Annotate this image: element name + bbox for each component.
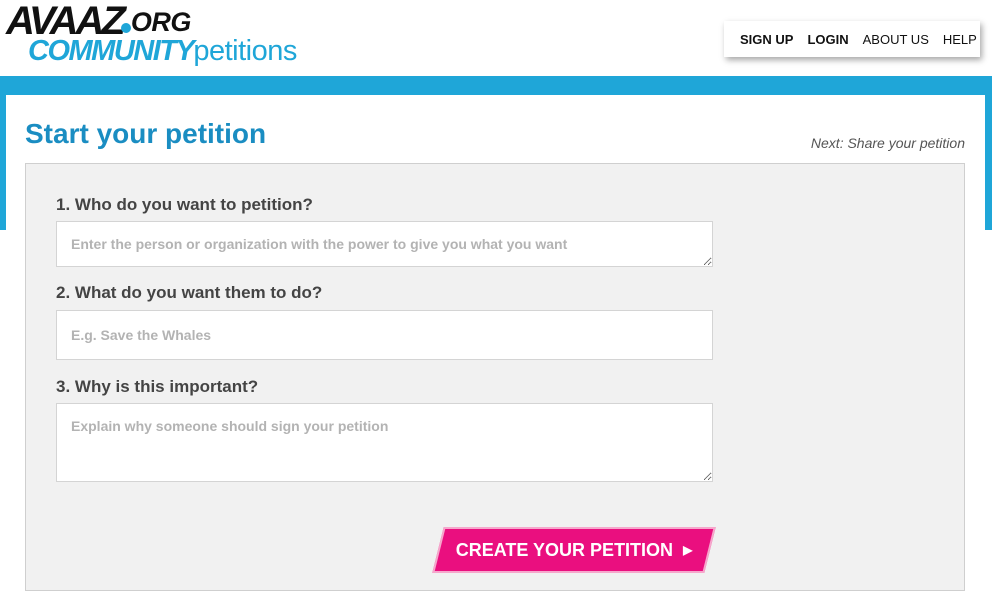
petition-target-input[interactable] bbox=[56, 221, 713, 267]
logo-petitions-text: petitions bbox=[193, 35, 297, 67]
question-3-label: 3. Why is this important? bbox=[56, 377, 259, 396]
nav-about-us[interactable]: ABOUT US bbox=[863, 32, 929, 47]
petition-reason-input[interactable] bbox=[56, 403, 713, 482]
create-petition-button[interactable]: CREATE YOUR PETITION ▶ bbox=[432, 527, 716, 573]
question-2-label: 2. What do you want them to do? bbox=[56, 283, 323, 302]
arrow-right-icon: ▶ bbox=[683, 543, 693, 557]
next-step-hint: Next: Share your petition bbox=[810, 135, 965, 151]
site-header: AVAAZ ORG COMMUNITYpetitions SIGN UP LOGI… bbox=[0, 0, 992, 76]
top-nav: SIGN UP LOGIN ABOUT US HELP bbox=[724, 21, 980, 57]
create-petition-button-content: CREATE YOUR PETITION ▶ bbox=[438, 527, 710, 573]
dot-icon bbox=[120, 23, 131, 33]
nav-login[interactable]: LOGIN bbox=[807, 32, 848, 47]
petition-request-input[interactable] bbox=[56, 310, 713, 360]
nav-help[interactable]: HELP bbox=[943, 32, 977, 47]
question-1-label: 1. Who do you want to petition? bbox=[56, 195, 313, 214]
page-title: Start your petition bbox=[25, 118, 267, 149]
logo-community-text: COMMUNITY bbox=[28, 35, 195, 67]
nav-sign-up[interactable]: SIGN UP bbox=[740, 32, 793, 47]
create-petition-label: CREATE YOUR PETITION bbox=[455, 539, 674, 560]
community-petitions-logo[interactable]: COMMUNITYpetitions bbox=[28, 34, 297, 68]
logo-org-text: ORG bbox=[130, 7, 192, 37]
